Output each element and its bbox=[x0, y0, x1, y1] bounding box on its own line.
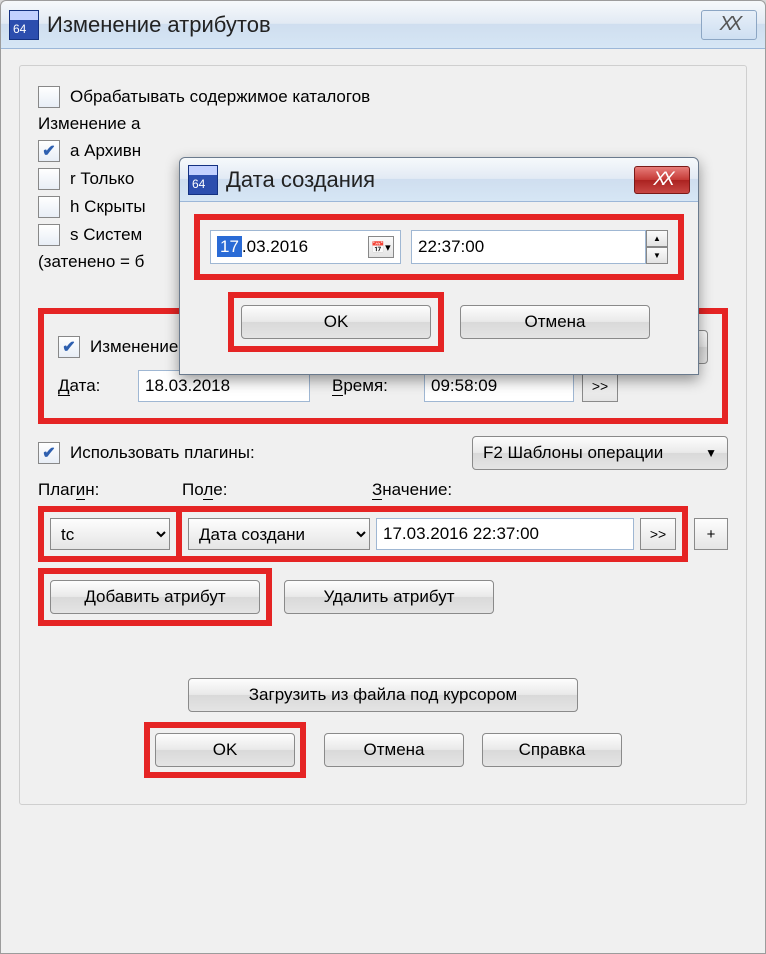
value-more-button[interactable]: >> bbox=[640, 518, 676, 550]
field-label: Поле: bbox=[182, 480, 372, 500]
close-button[interactable]: ХХ bbox=[701, 10, 757, 40]
window-title: Изменение атрибутов bbox=[47, 12, 701, 38]
use-plugins-label: Использовать плагины: bbox=[70, 443, 472, 463]
change-datetime-checkbox[interactable] bbox=[58, 336, 80, 358]
app-icon bbox=[9, 10, 39, 40]
creation-date-dialog: Дата создания ХХ 17.03.2016 📅▾ ▲▼ bbox=[179, 157, 699, 375]
attr-readonly-checkbox[interactable] bbox=[38, 168, 60, 190]
value-input[interactable] bbox=[376, 518, 634, 550]
modal-close-button[interactable]: ХХ bbox=[634, 166, 690, 194]
plugin-label: Плагин: bbox=[38, 480, 182, 500]
load-from-file-button[interactable]: Загрузить из файла под курсором bbox=[188, 678, 578, 712]
plugin-select[interactable]: tc bbox=[50, 518, 170, 550]
modal-time-input[interactable] bbox=[411, 230, 646, 264]
value-label: Значение: bbox=[372, 480, 452, 500]
attr-archive-checkbox[interactable] bbox=[38, 140, 60, 162]
time-spinner[interactable]: ▲▼ bbox=[646, 230, 668, 264]
attr-hidden-label: h Скрыты bbox=[70, 197, 146, 217]
modal-cancel-button[interactable]: Отмена bbox=[460, 305, 650, 339]
client-area: Обрабатывать содержимое каталогов Измене… bbox=[1, 49, 765, 813]
footer-buttons: Загрузить из файла под курсором OK Отмен… bbox=[38, 678, 728, 778]
field-select[interactable]: Дата создани bbox=[188, 518, 370, 550]
attr-readonly-label: r Только bbox=[70, 169, 134, 189]
delete-attr-button[interactable]: Удалить атрибут bbox=[284, 580, 494, 614]
attr-note: (затенено = б bbox=[38, 252, 144, 272]
titlebar[interactable]: Изменение атрибутов ХХ bbox=[1, 1, 765, 49]
templates-button[interactable]: F2 Шаблоны операции▼ bbox=[472, 436, 728, 470]
change-attr-label: Изменение а bbox=[38, 114, 141, 134]
use-plugins-checkbox[interactable] bbox=[38, 442, 60, 464]
attr-archive-label: а Архивн bbox=[70, 141, 141, 161]
add-plus-button[interactable]: + bbox=[694, 518, 728, 550]
process-folders-checkbox[interactable] bbox=[38, 86, 60, 108]
calendar-icon[interactable]: 📅▾ bbox=[368, 236, 394, 258]
time-label: Время: bbox=[332, 376, 416, 396]
process-folders-label: Обрабатывать содержимое каталогов bbox=[70, 87, 370, 107]
spinner-down-icon: ▼ bbox=[646, 247, 668, 264]
attr-system-label: s Систем bbox=[70, 225, 142, 245]
attr-hidden-checkbox[interactable] bbox=[38, 196, 60, 218]
cancel-button[interactable]: Отмена bbox=[324, 733, 464, 767]
ok-button[interactable]: OK bbox=[155, 733, 295, 767]
modal-app-icon bbox=[188, 165, 218, 195]
main-window: Изменение атрибутов ХХ Обрабатывать соде… bbox=[0, 0, 766, 954]
modal-title: Дата создания bbox=[226, 167, 634, 193]
add-attr-button[interactable]: Добавить атрибут bbox=[50, 580, 260, 614]
modal-titlebar[interactable]: Дата создания ХХ bbox=[180, 158, 698, 202]
date-label: ДДата:ата: bbox=[58, 376, 130, 396]
modal-ok-button[interactable]: OK bbox=[241, 305, 431, 339]
spinner-up-icon: ▲ bbox=[646, 230, 668, 247]
help-button[interactable]: Справка bbox=[482, 733, 622, 767]
attr-system-checkbox[interactable] bbox=[38, 224, 60, 246]
modal-date-picker[interactable]: 17.03.2016 📅▾ bbox=[210, 230, 401, 264]
